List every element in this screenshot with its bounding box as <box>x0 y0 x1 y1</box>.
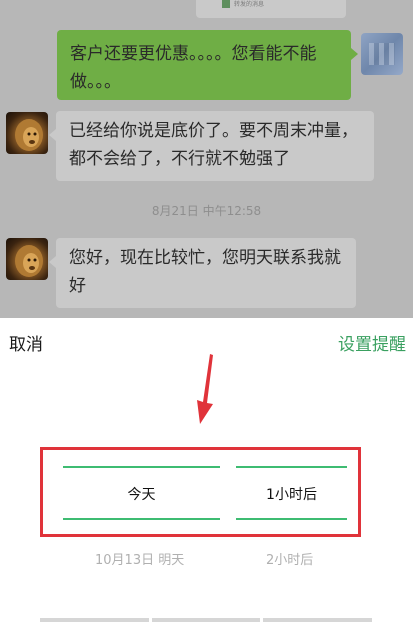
message-text: 已经给你说是底价了。要不周末冲量，都不会给了，不行就不勉强了 <box>69 121 358 169</box>
message-text: 您好，现在比较忙，您明天联系我就好 <box>69 248 341 296</box>
forwarded-message-card[interactable]: 转发的消息 <box>196 0 346 18</box>
message-timestamp: 8月21日 中午12:58 <box>151 204 262 218</box>
message-bubble-other[interactable]: 已经给你说是底价了。要不周末冲量，都不会给了，不行就不勉强了 <box>49 111 374 181</box>
message-bubble-other[interactable]: 您好，现在比较忙，您明天联系我就好 <box>49 238 356 308</box>
contact-avatar[interactable] <box>6 112 48 154</box>
reminder-sheet: 取消 设置提醒 今天 1小时后 10月13日 明天 2小时后 <box>0 318 413 629</box>
contact-avatar[interactable] <box>6 238 48 280</box>
home-indicator <box>40 618 373 622</box>
indicator-segment <box>151 618 261 622</box>
lion-avatar-icon <box>15 119 43 151</box>
message-bubble-self[interactable]: 客户还要更优惠。。。。您看能不能做。。。 <box>57 30 358 100</box>
date-next-option[interactable]: 10月13日 明天 <box>95 549 184 568</box>
lion-avatar-icon <box>15 245 43 277</box>
self-avatar[interactable] <box>361 33 403 75</box>
datetime-picker: 今天 1小时后 10月13日 明天 2小时后 <box>0 318 413 629</box>
chat-area: 转发的消息 客户还要更优惠。。。。您看能不能做。。。 已经给你说是底价了。要不周… <box>0 0 413 318</box>
time-next-option[interactable]: 2小时后 <box>266 549 313 568</box>
card-thumbnail-icon <box>222 0 230 8</box>
message-text: 客户还要更优惠。。。。您看能不能做。。。 <box>70 44 317 92</box>
card-caption: 转发的消息 <box>234 1 265 8</box>
indicator-segment <box>40 618 149 622</box>
annotation-highlight-box <box>40 447 361 537</box>
indicator-segment <box>263 618 373 622</box>
